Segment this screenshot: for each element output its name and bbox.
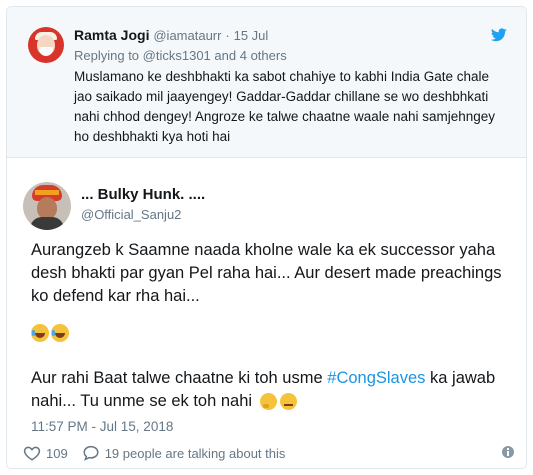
tweet-text-segment: Aur rahi Baat talwe chaatne ki toh usme xyxy=(31,369,323,387)
tweet-embed-card: Ramta Jogi @iamataurr · 15 Jul Replying … xyxy=(6,6,527,469)
quoted-tweet[interactable]: Ramta Jogi @iamataurr · 15 Jul Replying … xyxy=(7,7,526,158)
tweet-text: Aurangzeb k Saamne naada kholne wale ka … xyxy=(31,239,517,308)
author-name[interactable]: ... Bulky Hunk. .... xyxy=(81,186,205,203)
author-handle[interactable]: @Official_Sanju2 xyxy=(81,207,181,222)
quoted-tweet-text: Muslamano ke deshbhakti ka sabot chahiye… xyxy=(74,69,496,144)
talking-count[interactable]: 19 people are talking about this xyxy=(105,446,286,461)
tweet-paragraph: Aurangzeb k Saamne naada kholne wale ka … xyxy=(31,241,502,305)
heart-icon[interactable] xyxy=(23,444,41,462)
like-count[interactable]: 109 xyxy=(46,446,68,461)
replying-to: Replying to @ticks1301 and 4 others xyxy=(74,48,287,63)
replying-to-label: Replying to xyxy=(74,48,140,63)
speech-bubble-icon[interactable] xyxy=(82,444,100,462)
quoted-tweet-date[interactable]: 15 Jul xyxy=(234,28,269,43)
reply-others[interactable]: and 4 others xyxy=(214,48,286,63)
twitter-bird-icon[interactable] xyxy=(491,28,507,42)
emoji-row xyxy=(31,322,71,343)
info-icon[interactable] xyxy=(502,446,514,458)
tweet-actions: 109 19 people are talking about this xyxy=(23,443,285,463)
quoted-author-name[interactable]: Ramta Jogi xyxy=(74,27,149,43)
tears-of-joy-emoji-icon xyxy=(31,324,49,343)
eye-roll-emoji-icon xyxy=(279,393,297,411)
tweet-paragraph-2: Aur rahi Baat talwe chaatne ki toh usme … xyxy=(31,367,517,413)
quoted-author-avatar[interactable] xyxy=(28,27,64,63)
separator-dot: · xyxy=(225,28,230,43)
hashtag-link[interactable]: #CongSlaves xyxy=(327,369,425,387)
thinking-emoji-icon xyxy=(259,393,277,411)
reply-user-link[interactable]: @ticks1301 xyxy=(143,48,211,63)
tweet-timestamp[interactable]: 11:57 PM - Jul 15, 2018 xyxy=(31,419,173,434)
quoted-tweet-header: Ramta Jogi @iamataurr · 15 Jul xyxy=(74,27,268,43)
author-avatar[interactable] xyxy=(23,182,71,230)
tears-of-joy-emoji-icon xyxy=(51,324,69,343)
quoted-author-handle[interactable]: @iamataurr xyxy=(153,28,221,43)
